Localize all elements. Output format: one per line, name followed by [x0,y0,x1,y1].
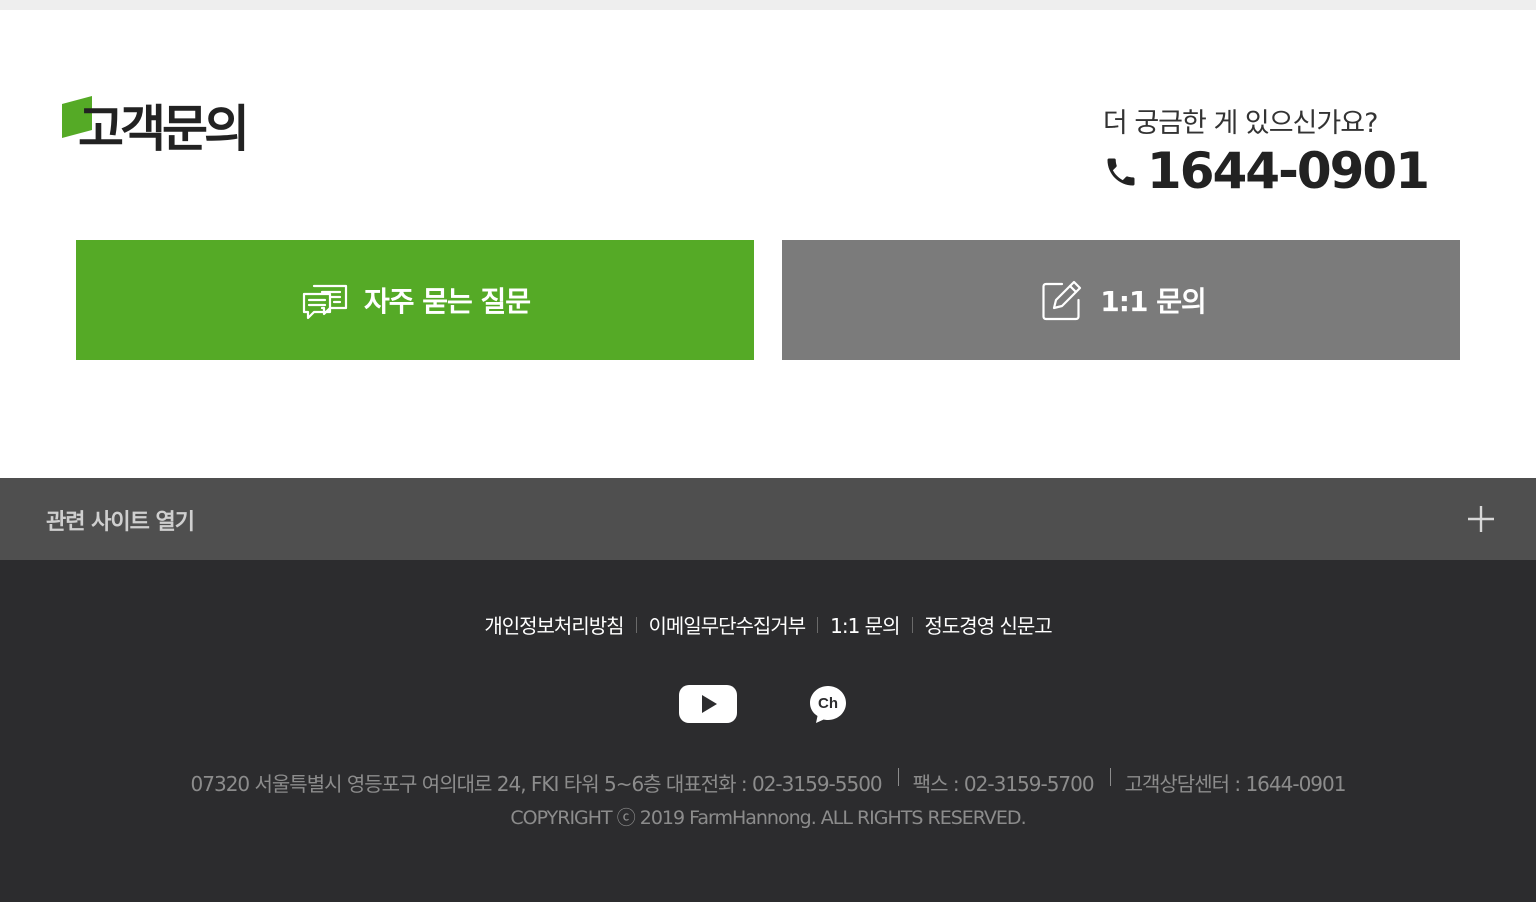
company-address: 07320 서울특별시 영등포구 여의대로 24, FKI 타워 5~6층 대표… [190,772,883,796]
customer-center: 고객상담센터 : 1644-0901 [1124,772,1347,796]
email-refusal-link[interactable]: 이메일무단수집거부 [649,610,807,639]
edit-icon [1042,280,1082,321]
kakao-channel-button[interactable]: Ch [797,680,859,728]
faq-button-label: 자주 묻는 질문 [363,285,531,318]
main-content: 고객문의 더 궁금한 게 있으신가요? 1644-0901 자주 묻는 질문 1… [0,10,1536,478]
action-buttons: 자주 묻는 질문 1:1 문의 [76,240,1460,360]
copyright: COPYRIGHT ⓒ 2019 FarmHannong. ALL RIGHTS… [510,807,1026,829]
page-title: 고객문의 [78,100,250,158]
related-sites-toggle[interactable]: 관련 사이트 열기 [0,478,1536,560]
qna-button[interactable]: 1:1 문의 [782,240,1460,360]
phone-number: 1644-0901 [1146,142,1430,201]
info-divider [1109,767,1111,786]
footer-links: 개인정보처리방침 이메일무단수집거부 1:1 문의 정도경영 신문고 [0,610,1536,639]
faq-button[interactable]: 자주 묻는 질문 [76,240,754,360]
contact-question: 더 궁금한 게 있으신가요? [1102,108,1378,139]
qna-button-label: 1:1 문의 [1100,285,1206,318]
company-info: 07320 서울특별시 영등포구 여의대로 24, FKI 타워 5~6층 대표… [0,767,1536,797]
link-divider [817,616,819,633]
youtube-button[interactable] [677,680,739,728]
link-divider [911,616,913,633]
company-fax: 팩스 : 02-3159-5700 [912,772,1095,796]
qna-link[interactable]: 1:1 문의 [830,610,900,639]
svg-text:Ch: Ch [818,695,838,712]
plus-icon[interactable] [1468,506,1494,532]
privacy-policy-link[interactable]: 개인정보처리방침 [484,610,624,639]
chat-bubbles-icon [302,284,348,320]
footer: 개인정보처리방침 이메일무단수집거부 1:1 문의 정도경영 신문고 Ch 07… [0,560,1536,902]
youtube-icon [679,685,737,723]
phone-icon [1107,158,1135,186]
contact-info: 더 궁금한 게 있으신가요? 1644-0901 [1102,108,1430,201]
contact-phone[interactable]: 1644-0901 [1103,142,1430,201]
info-divider [897,767,899,786]
link-divider [635,616,637,633]
ethics-report-link[interactable]: 정도경영 신문고 [925,610,1053,639]
kakao-channel-icon: Ch [810,686,846,723]
top-strip [0,0,1536,10]
related-sites-label: 관련 사이트 열기 [46,510,195,535]
social-links: Ch [0,680,1536,728]
